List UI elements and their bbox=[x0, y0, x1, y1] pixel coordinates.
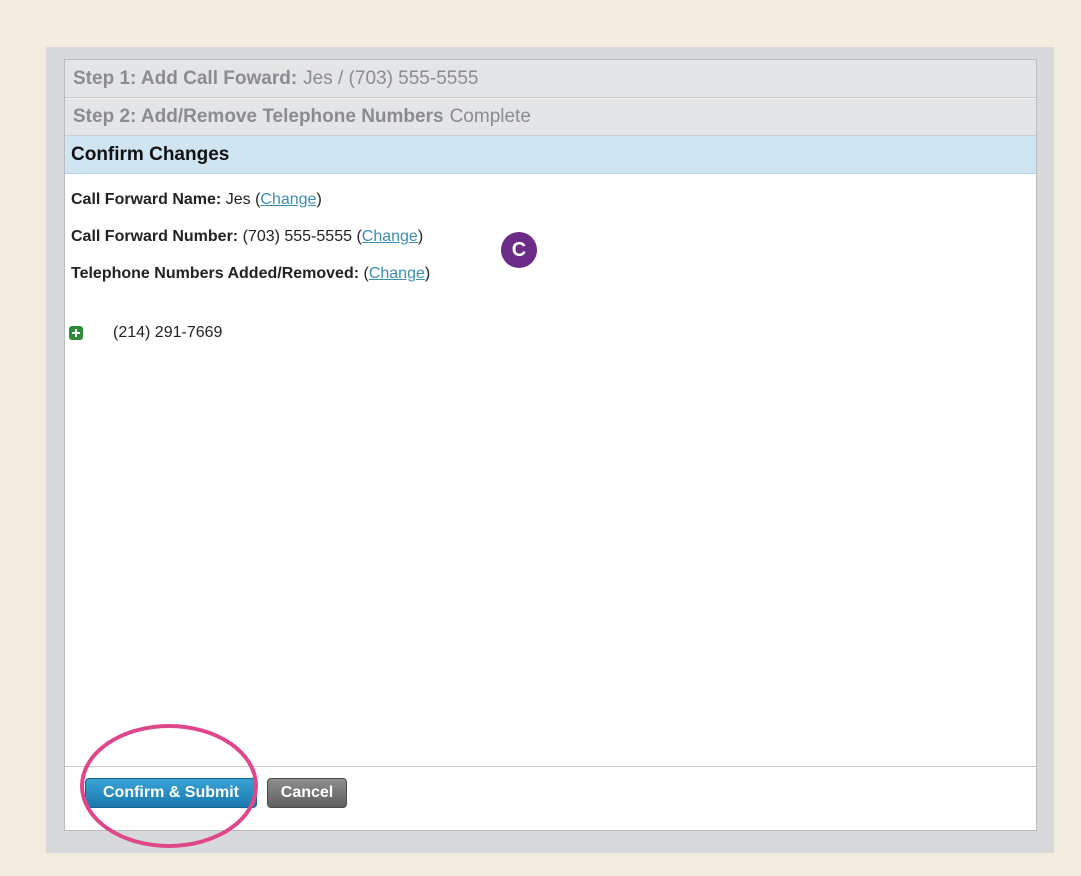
added-number-row: (214) 291-7669 bbox=[69, 324, 222, 342]
call-forward-name-value: Jes bbox=[221, 191, 256, 208]
call-forward-number-row: Call Forward Number: (703) 555-5555 (Cha… bbox=[71, 228, 423, 246]
telephone-numbers-label: Telephone Numbers Added/Removed: bbox=[71, 265, 360, 282]
close-paren: ) bbox=[316, 191, 322, 208]
confirm-changes-heading: Confirm Changes bbox=[65, 136, 1036, 174]
call-forward-name-row: Call Forward Name: Jes (Change) bbox=[71, 191, 322, 209]
step-2-value: Complete bbox=[449, 106, 531, 127]
close-paren: ) bbox=[417, 228, 424, 245]
step-1-value: Jes / (703) 555-5555 bbox=[303, 67, 479, 89]
call-forward-name-label: Call Forward Name: bbox=[71, 191, 222, 208]
step-1-bar[interactable]: Step 1: Add Call Foward: Jes / (703) 555… bbox=[65, 60, 1036, 98]
added-number: (214) 291-7669 bbox=[113, 324, 223, 341]
telephone-numbers-row: Telephone Numbers Added/Removed: (Change… bbox=[71, 265, 430, 283]
call-forward-number-label: Call Forward Number: bbox=[71, 228, 239, 245]
page-background bbox=[0, 0, 1081, 8]
change-numbers-link[interactable]: Change bbox=[369, 265, 425, 282]
step-2-label: Step 2: Add/Remove Telephone Numbers bbox=[73, 106, 444, 127]
confirm-submit-button[interactable]: Confirm & Submit bbox=[85, 778, 257, 808]
step-1-label: Step 1: Add Call Foward: bbox=[73, 67, 298, 89]
callout-marker: C bbox=[501, 232, 537, 268]
footer-divider bbox=[65, 766, 1036, 767]
plus-icon bbox=[69, 326, 83, 340]
close-paren: ) bbox=[424, 265, 431, 282]
step-2-bar[interactable]: Step 2: Add/Remove Telephone Numbers Com… bbox=[65, 98, 1036, 136]
call-forward-number-value: (703) 555-5555 bbox=[238, 228, 357, 245]
cancel-button[interactable]: Cancel bbox=[267, 778, 347, 808]
call-forward-panel: Step 1: Add Call Foward: Jes / (703) 555… bbox=[64, 59, 1037, 831]
change-name-link[interactable]: Change bbox=[260, 191, 316, 208]
change-number-link[interactable]: Change bbox=[362, 228, 418, 245]
